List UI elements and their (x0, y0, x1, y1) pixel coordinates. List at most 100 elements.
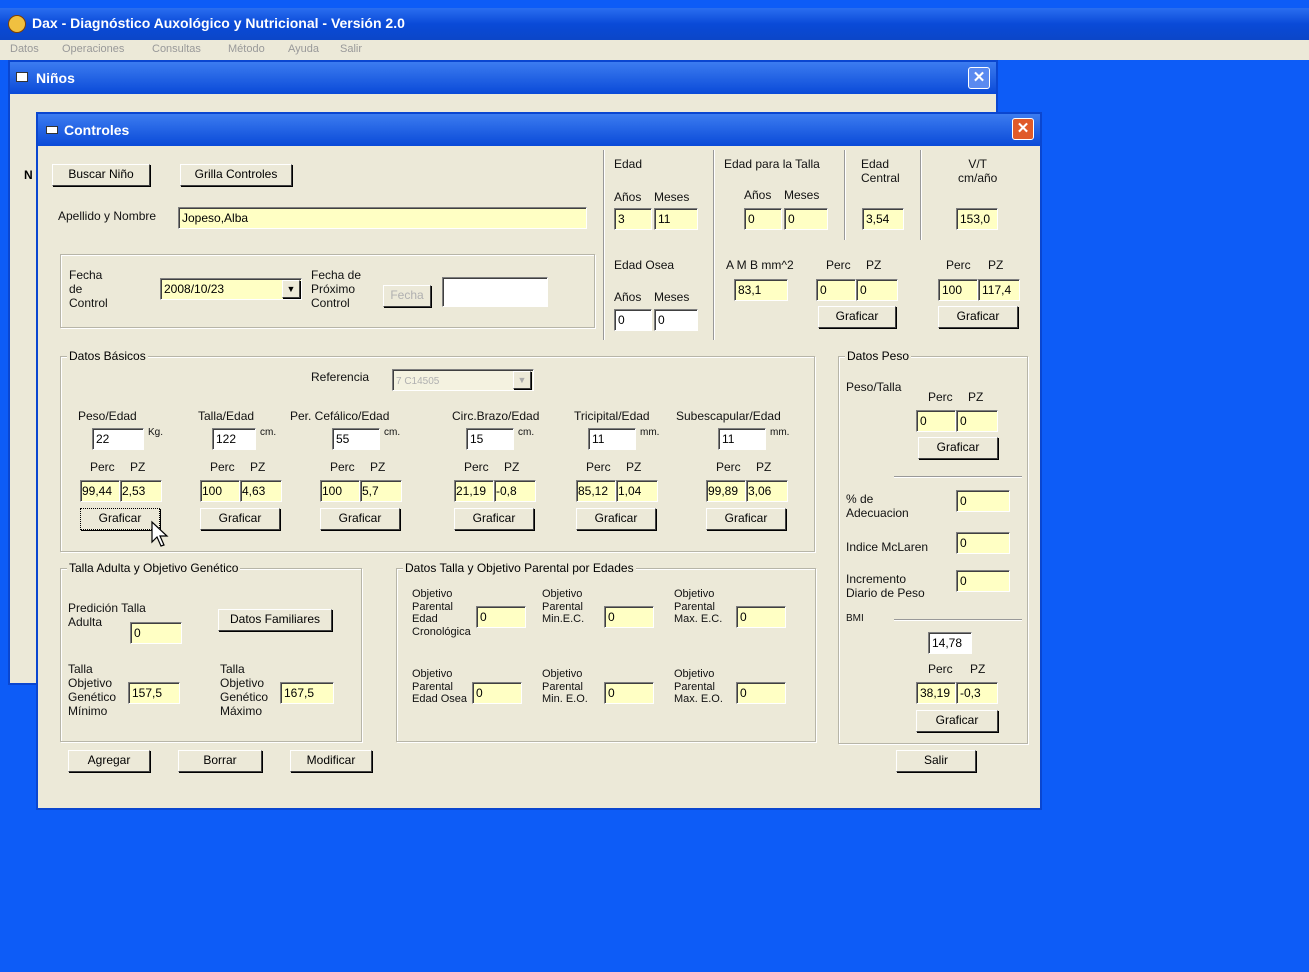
basicos-item-graficar-button[interactable]: Graficar (706, 508, 786, 530)
datos-peso-title: Datos Peso (845, 349, 912, 363)
controles-title: Controles (64, 122, 130, 138)
basicos-item-perc-input[interactable]: 99,44 (80, 480, 120, 502)
borrar-button[interactable]: Borrar (178, 750, 262, 772)
amb-graficar-button[interactable]: Graficar (818, 306, 896, 328)
menu-item-metodo[interactable]: Método (228, 43, 265, 55)
basicos-item-pz-input[interactable]: 5,7 (360, 480, 402, 502)
peso-talla-pz-input[interactable]: 0 (956, 410, 998, 432)
talla-min-input[interactable]: 157,5 (128, 682, 180, 704)
basicos-item-pz-input[interactable]: 2,53 (120, 480, 162, 502)
menu-item-ayuda[interactable]: Ayuda (288, 43, 319, 55)
prediccion-input[interactable]: 0 (130, 622, 182, 644)
basicos-item-perc-input[interactable]: 100 (320, 480, 360, 502)
basicos-item-pz-input[interactable]: 4,63 (240, 480, 282, 502)
basicos-item-pz-input[interactable]: 3,06 (746, 480, 788, 502)
basicos-item-unit: cm. (260, 427, 277, 438)
separator (894, 619, 1022, 621)
edad-talla-meses-input[interactable]: 0 (784, 208, 828, 230)
edad-anos-label: Años (614, 190, 642, 204)
edad-osea-meses-input[interactable]: 0 (654, 309, 698, 331)
peso-talla-perc-input[interactable]: 0 (916, 410, 956, 432)
basicos-item-graficar-button[interactable]: Graficar (200, 508, 280, 530)
talla-max-input[interactable]: 167,5 (280, 682, 334, 704)
parental-item-input[interactable]: 0 (476, 606, 526, 628)
basicos-item-graficar-button[interactable]: Graficar (80, 508, 160, 530)
modificar-button[interactable]: Modificar (290, 750, 372, 772)
edad-anos-input[interactable]: 3 (614, 208, 652, 230)
edad-talla-anos-input[interactable]: 0 (744, 208, 782, 230)
chevron-down-icon[interactable]: ▼ (282, 280, 300, 298)
edad-meses-input[interactable]: 11 (654, 208, 698, 230)
agregar-button[interactable]: Agregar (68, 750, 150, 772)
grilla-controles-button[interactable]: Grilla Controles (180, 164, 292, 186)
basicos-item-perc-input[interactable]: 21,19 (454, 480, 494, 502)
edad-osea-anos-input[interactable]: 0 (614, 309, 652, 331)
adecuacion-input[interactable]: 0 (956, 490, 1010, 512)
edad-central-label: Edad Central (861, 157, 900, 185)
vt-graficar-button[interactable]: Graficar (938, 306, 1018, 328)
basicos-item-value-input[interactable]: 22 (92, 428, 144, 450)
bmi-graficar-button[interactable]: Graficar (916, 710, 998, 732)
basicos-item-value-input[interactable]: 11 (588, 428, 636, 450)
mclaren-input[interactable]: 0 (956, 532, 1010, 554)
menu-item-datos[interactable]: Datos (10, 43, 39, 55)
buscar-nino-button[interactable]: Buscar Niño (52, 164, 150, 186)
bmi-input[interactable]: 14,78 (928, 632, 972, 654)
close-icon[interactable]: ✕ (1012, 118, 1034, 140)
basicos-pz-label: PZ (130, 460, 146, 474)
edad-central-input[interactable]: 3,54 (862, 208, 904, 230)
referencia-value: 7 C14505 (396, 376, 440, 387)
parental-item-input[interactable]: 0 (604, 682, 654, 704)
close-icon[interactable]: ✕ (968, 67, 990, 89)
bmi-pz-input[interactable]: -0,3 (956, 682, 998, 704)
vt-input[interactable]: 153,0 (956, 208, 998, 230)
parental-item-input[interactable]: 0 (604, 606, 654, 628)
incremento-input[interactable]: 0 (956, 570, 1010, 592)
basicos-item-graficar-button[interactable]: Graficar (454, 508, 534, 530)
basicos-item-pz-input[interactable]: 1,04 (616, 480, 658, 502)
basicos-perc-label: Perc (210, 460, 235, 474)
menu-item-consultas[interactable]: Consultas (152, 43, 201, 55)
parental-item-input[interactable]: 0 (736, 682, 786, 704)
basicos-item-value-input[interactable]: 11 (718, 428, 766, 450)
separator (844, 150, 846, 240)
basicos-item-perc-input[interactable]: 99,89 (706, 480, 746, 502)
datos-familiares-button[interactable]: Datos Familiares (218, 609, 332, 631)
separator (713, 150, 715, 340)
bmi-perc-input[interactable]: 38,19 (916, 682, 956, 704)
app-icon (8, 15, 26, 33)
parental-item-input[interactable]: 0 (736, 606, 786, 628)
parental-item-label: Objetivo Parental Max. E.O. (674, 668, 723, 705)
referencia-label: Referencia (311, 370, 370, 384)
amb-pz-input[interactable]: 0 (856, 279, 898, 301)
basicos-item-label: Per. Cefálico/Edad (290, 409, 390, 423)
apellido-nombre-input[interactable]: Jopeso,Alba (178, 207, 587, 229)
basicos-item-value-input[interactable]: 122 (212, 428, 256, 450)
ninos-titlebar: Niños ✕ (10, 62, 996, 94)
basicos-item-perc-input[interactable]: 85,12 (576, 480, 616, 502)
basicos-item-label: Talla/Edad (198, 409, 255, 423)
menu-bar: Datos Operaciones Consultas Método Ayuda… (0, 40, 1309, 60)
salir-button[interactable]: Salir (896, 750, 976, 772)
chevron-down-icon[interactable]: ▼ (513, 371, 531, 389)
vt-perc-input[interactable]: 100 (938, 279, 978, 301)
basicos-item-perc-input[interactable]: 100 (200, 480, 240, 502)
basicos-item-value-input[interactable]: 55 (332, 428, 380, 450)
basicos-item-pz-input[interactable]: -0,8 (494, 480, 536, 502)
basicos-item-value-input[interactable]: 15 (466, 428, 514, 450)
fecha-control-select[interactable]: 2008/10/23 (160, 278, 302, 300)
vt-pz-input[interactable]: 117,4 (978, 279, 1020, 301)
parental-item-label: Objetivo Parental Min.E.C. (542, 588, 585, 625)
peso-talla-graficar-button[interactable]: Graficar (918, 437, 998, 459)
amb-perc-input[interactable]: 0 (816, 279, 856, 301)
basicos-item-graficar-button[interactable]: Graficar (576, 508, 656, 530)
basicos-item-graficar-button[interactable]: Graficar (320, 508, 400, 530)
parental-item-input[interactable]: 0 (472, 682, 522, 704)
amb-input[interactable]: 83,1 (734, 279, 788, 301)
peso-talla-label: Peso/Talla (846, 380, 902, 394)
controles-titlebar: Controles ✕ (38, 114, 1040, 146)
fecha-button[interactable]: Fecha (383, 285, 431, 307)
fecha-proximo-input[interactable] (442, 277, 548, 307)
menu-item-operaciones[interactable]: Operaciones (62, 43, 124, 55)
menu-item-salir[interactable]: Salir (340, 43, 362, 55)
